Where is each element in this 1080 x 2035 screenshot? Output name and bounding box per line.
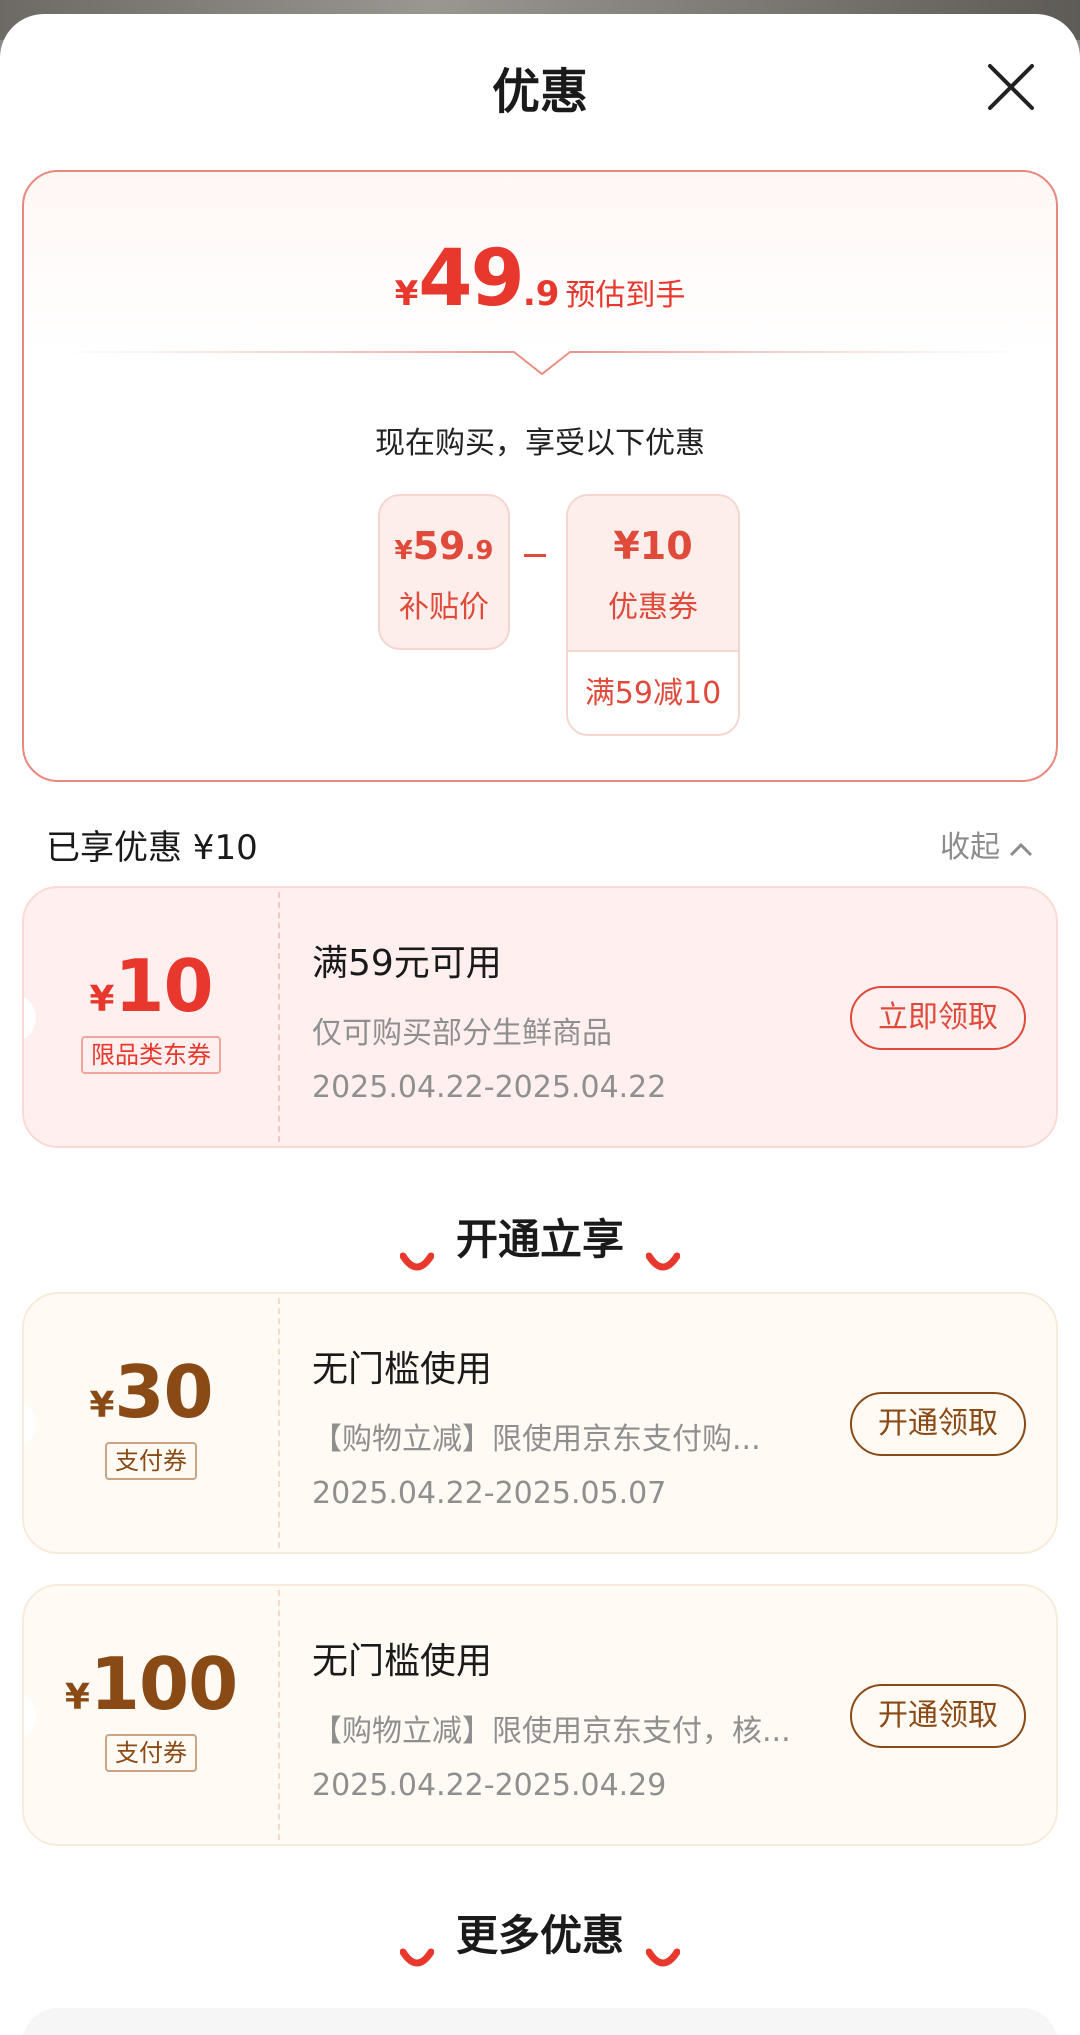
coupon-card: ¥100 支付券 无门槛使用 【购物立减】限使用京东支付，核... 2025.0… <box>22 1584 1058 1846</box>
coupon-amount: ¥30 <box>89 1350 213 1434</box>
estimated-price: ¥49.9 预估到手 <box>24 234 1056 324</box>
coupon-amount: ¥100 <box>64 1642 238 1726</box>
coupon-tag: 支付券 <box>105 1442 197 1480</box>
pointer-divider <box>52 342 1032 382</box>
coupon-date: 2025.04.22-2025.04.29 <box>312 1768 667 1803</box>
coupon-date: 2025.04.22-2025.05.07 <box>312 1476 667 1511</box>
enjoyed-label: 已享优惠 ¥10 <box>46 828 258 868</box>
coupon-desc: 【购物立减】限使用京东支付购... <box>312 1422 761 1457</box>
discount-sheet: 优惠 ¥49.9 预估到手 现在购买，享受以下优惠 ¥59.9 补贴价 ¥10 … <box>0 14 1080 2035</box>
claim-now-button[interactable]: 立即领取 <box>850 986 1026 1050</box>
subsidy-price-box: ¥59.9 补贴价 <box>378 494 510 650</box>
close-button[interactable] <box>984 60 1038 114</box>
coupon-info: 满59元可用 仅可购买部分生鲜商品 2025.04.22-2025.04.22 <box>312 934 872 1105</box>
coupon-amount: ¥10 <box>89 944 213 1028</box>
chevron-up-icon <box>1009 842 1033 856</box>
smile-icon <box>399 1929 435 1966</box>
coupon-title: 无门槛使用 <box>312 1349 493 1390</box>
coupon-date: 2025.04.22-2025.04.22 <box>312 1070 667 1105</box>
subsidy-label: 补贴价 <box>399 590 489 625</box>
sheet-header: 优惠 <box>0 14 1080 154</box>
smile-icon <box>645 1233 681 1270</box>
sheet-title: 优惠 <box>491 64 588 120</box>
coupon-value-area: ¥100 支付券 <box>24 1586 278 1844</box>
coupon-title: 满59元可用 <box>312 943 502 984</box>
price-summary-card: ¥49.9 预估到手 现在购买，享受以下优惠 ¥59.9 补贴价 ¥10 优惠券… <box>22 170 1058 782</box>
coupon-value-area: ¥30 支付券 <box>24 1294 278 1552</box>
coupon-title: 无门槛使用 <box>312 1641 493 1682</box>
more-offers-card <box>22 2008 1058 2035</box>
coupon-value-area: ¥10 限品类东券 <box>24 888 278 1146</box>
coupon-tag: 限品类东券 <box>81 1036 221 1074</box>
smile-icon <box>399 1233 435 1270</box>
collapse-label: 收起 <box>940 830 1000 865</box>
estimated-price-dec: .9 <box>522 274 560 314</box>
activate-claim-button[interactable]: 开通领取 <box>850 1684 1026 1748</box>
estimated-price-int: 49 <box>418 234 525 324</box>
coupon-info: 无门槛使用 【购物立减】限使用京东支付，核... 2025.04.22-2025… <box>312 1632 872 1803</box>
estimated-currency: ¥ <box>394 274 419 314</box>
coupon-desc: 仅可购买部分生鲜商品 <box>312 1016 612 1051</box>
coupon-label: 优惠券 <box>608 590 698 625</box>
activate-claim-button[interactable]: 开通领取 <box>850 1392 1026 1456</box>
section-open-title: 开通立享 <box>0 1206 1080 1270</box>
coupon-condition: 满59减10 <box>568 650 738 734</box>
coupon-card: ¥30 支付券 无门槛使用 【购物立减】限使用京东支付购... 2025.04.… <box>22 1292 1058 1554</box>
coupon-info: 无门槛使用 【购物立减】限使用京东支付购... 2025.04.22-2025.… <box>312 1340 872 1511</box>
section-more-title: 更多优惠 <box>0 1902 1080 1966</box>
coupon-value: ¥10 <box>613 524 693 568</box>
coupon-card: ¥10 限品类东券 满59元可用 仅可购买部分生鲜商品 2025.04.22-2… <box>22 886 1058 1148</box>
smile-icon <box>645 1929 681 1966</box>
collapse-button[interactable]: 收起 <box>940 822 1034 866</box>
close-icon <box>988 64 1034 110</box>
benefit-title: 现在购买，享受以下优惠 <box>375 426 705 461</box>
coupon-box: ¥10 优惠券 满59减10 <box>566 494 740 736</box>
subsidy-price: ¥59.9 <box>394 524 494 568</box>
estimated-label: 预估到手 <box>565 278 686 313</box>
minus-sign <box>524 554 546 557</box>
enjoyed-row: 已享优惠 ¥10 收起 <box>46 820 1034 870</box>
coupon-desc: 【购物立减】限使用京东支付，核... <box>312 1714 791 1749</box>
coupon-tag: 支付券 <box>105 1734 197 1772</box>
